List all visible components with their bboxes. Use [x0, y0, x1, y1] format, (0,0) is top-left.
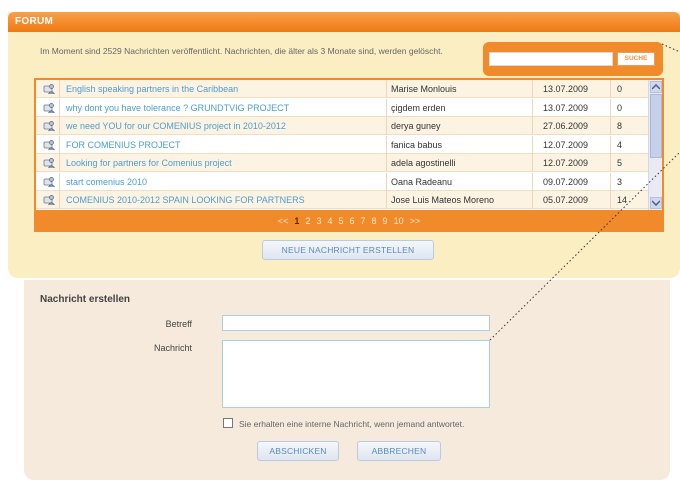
- callout-dotted-lines: [489, 43, 680, 341]
